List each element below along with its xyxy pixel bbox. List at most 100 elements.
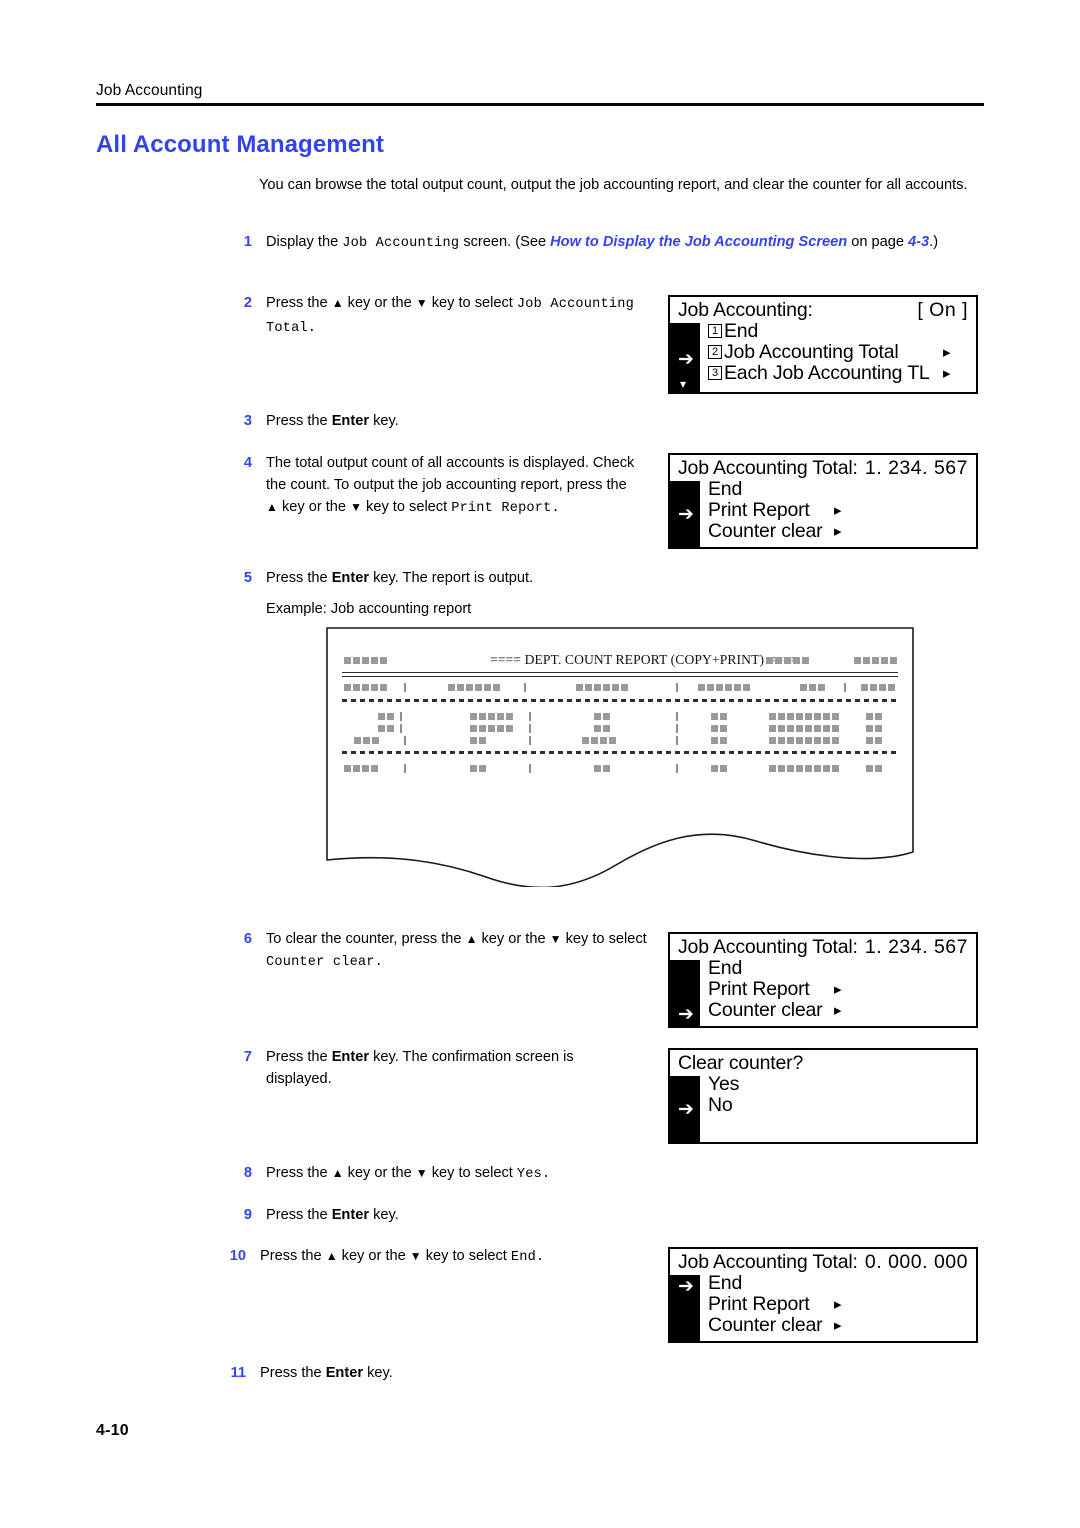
lcd-menu-item[interactable]: 2 Job Accounting Total ▸ xyxy=(708,342,970,363)
step-mono-period: . xyxy=(542,1167,551,1182)
lcd-item-submenu-icon: ▸ xyxy=(943,365,951,382)
lcd-screen-job-accounting-total-before[interactable]: Job Accounting Total: 1. 234. 567 ➔ End … xyxy=(668,453,978,549)
down-arrow-icon: ▼ xyxy=(549,932,562,946)
step-number: 11 xyxy=(230,1365,246,1381)
lcd-menu-item[interactable]: End xyxy=(708,958,970,979)
lcd-cursor-arrow-icon: ➔ xyxy=(678,1004,694,1025)
lcd-menu-rows: 1 End 2 Job Accounting Total ▸ 3 Each Job A… xyxy=(708,321,970,384)
lcd-menu-item[interactable]: Counter clear ▸ xyxy=(708,1315,970,1336)
lcd-screen-job-accounting-menu[interactable]: Job Accounting: [ On ] ➔ ▾ 1 End 2 Job Acc… xyxy=(668,295,978,394)
lcd-title-value: 0. 000. 000 xyxy=(864,1251,968,1273)
step-text-part: Press the xyxy=(260,1248,326,1264)
lcd-cursor-arrow-icon: ➔ xyxy=(678,349,694,370)
step-mono-period: . xyxy=(536,1250,545,1265)
scroll-down-indicator-icon[interactable]: ▾ xyxy=(676,377,690,391)
step-text-part: The total output count of all accounts i… xyxy=(266,455,635,494)
lcd-menu-item[interactable]: End xyxy=(708,479,970,500)
step-number: 1 xyxy=(243,234,252,250)
page-reference-link[interactable]: 4-3 xyxy=(908,234,929,250)
step-mono: Yes xyxy=(516,1167,542,1182)
step-text-part: Display the xyxy=(266,234,343,250)
up-arrow-icon: ▲ xyxy=(325,1249,338,1263)
step-text-part: key or the xyxy=(337,1248,410,1264)
lcd-title-text: Clear counter? xyxy=(678,1052,804,1074)
step-text: Press the Enter key. The report is outpu… xyxy=(266,567,818,589)
step-text-part: key. The report is output. xyxy=(369,570,534,586)
lcd-title: Job Accounting Total: 0. 000. 000 xyxy=(678,1251,968,1273)
lcd-menu-item[interactable]: Counter clear ▸ xyxy=(708,1000,970,1021)
lcd-selection-rail: ➔ xyxy=(670,481,700,547)
step-5-caption: Example: Job accounting report xyxy=(218,598,818,620)
lcd-menu-rows: End Print Report ▸ Counter clear ▸ xyxy=(708,958,970,1021)
step-text: Press the ▲ key or the ▼ key to select J… xyxy=(266,292,648,339)
step-number: 7 xyxy=(243,1049,252,1065)
lcd-screen-clear-counter-confirm[interactable]: Clear counter? ➔ Yes No xyxy=(668,1048,978,1144)
lcd-menu-item[interactable]: Print Report ▸ xyxy=(708,500,970,521)
lcd-menu-item[interactable]: End xyxy=(708,1273,970,1294)
step-3: 3 Press the Enter key. xyxy=(218,410,648,432)
report-illustration: ==== DEPT. COUNT REPORT (COPY+PRINT) ===… xyxy=(326,627,914,887)
lcd-menu-item[interactable]: 1 End xyxy=(708,321,970,342)
step-text-part: Press the xyxy=(266,413,332,429)
step-text-part: key. xyxy=(369,1207,399,1223)
step-text-part: key or the xyxy=(477,931,550,947)
lcd-title-text: Job Accounting Total: xyxy=(678,1251,858,1273)
lcd-title-text: Job Accounting: xyxy=(678,299,813,321)
step-text: To clear the counter, press the ▲ key or… xyxy=(266,928,648,974)
lcd-item-submenu-icon: ▸ xyxy=(834,1002,842,1019)
lcd-item-submenu-icon: ▸ xyxy=(834,1317,842,1334)
lcd-menu-item[interactable]: Print Report ▸ xyxy=(708,1294,970,1315)
lcd-item-label: End xyxy=(708,957,743,979)
step-text-part: screen. (See xyxy=(459,234,551,250)
step-mono: Counter clear xyxy=(266,955,375,971)
lcd-item-submenu-icon: ▸ xyxy=(943,344,951,361)
step-text: Press the ▲ key or the ▼ key to select Y… xyxy=(266,1162,678,1186)
lcd-screen-job-accounting-total-counter-clear[interactable]: Job Accounting Total: 1. 234. 567 ➔ End … xyxy=(668,932,978,1028)
lcd-menu-rows: End Print Report ▸ Counter clear ▸ xyxy=(708,479,970,542)
lcd-menu-item[interactable]: Yes xyxy=(708,1074,970,1095)
lcd-cursor-arrow-icon: ➔ xyxy=(678,1276,694,1297)
up-arrow-icon: ▲ xyxy=(266,500,278,515)
step-mono: Print Report xyxy=(451,501,552,517)
down-arrow-icon: ▼ xyxy=(415,1166,428,1180)
step-text-part: key or the xyxy=(343,1165,416,1181)
lcd-screen-job-accounting-total-after[interactable]: Job Accounting Total: 0. 000. 000 ➔ End … xyxy=(668,1247,978,1343)
step-text-part: key or the xyxy=(277,499,351,516)
lcd-menu-item[interactable]: No xyxy=(708,1095,970,1116)
lcd-menu-item[interactable]: Counter clear ▸ xyxy=(708,521,970,542)
lcd-item-label: End xyxy=(708,478,743,500)
page-number: 4-10 xyxy=(96,1422,129,1439)
step-text-part: Press the xyxy=(266,295,332,311)
lcd-item-submenu-icon: ▸ xyxy=(834,981,842,998)
lcd-item-label: Yes xyxy=(708,1073,740,1095)
lcd-item-submenu-icon: ▸ xyxy=(834,502,842,519)
step-text: Display the Job Accounting screen. (See … xyxy=(266,231,986,255)
lcd-item-key: 2 xyxy=(708,345,722,359)
lcd-menu-item[interactable]: 3 Each Job Accounting TL ▸ xyxy=(708,363,970,384)
step-7: 7 Press the Enter key. The confirmation … xyxy=(218,1046,638,1090)
up-arrow-icon: ▲ xyxy=(331,1166,344,1180)
step-4: 4 The total output count of all accounts… xyxy=(218,452,638,520)
cross-reference-link[interactable]: How to Display the Job Accounting Screen xyxy=(550,234,847,250)
lcd-cursor-arrow-icon: ➔ xyxy=(678,1099,694,1120)
lcd-item-submenu-icon: ▸ xyxy=(834,1296,842,1313)
header-rule xyxy=(96,103,984,107)
step-9: 9 Press the Enter key. xyxy=(218,1204,678,1226)
step-text-part: key to select xyxy=(421,1248,511,1264)
lcd-item-key: 1 xyxy=(708,324,722,338)
step-10: 10 Press the ▲ key or the ▼ key to selec… xyxy=(212,1245,682,1269)
step-text-part: Press the xyxy=(266,570,332,586)
step-text-part: key. xyxy=(369,413,399,429)
lcd-item-label: Counter clear xyxy=(708,1314,823,1336)
lcd-item-label: Print Report xyxy=(708,1293,810,1315)
step-mono: End xyxy=(510,1250,536,1265)
step-text-part: key to select xyxy=(561,931,647,947)
lcd-menu-item[interactable]: Print Report ▸ xyxy=(708,979,970,1000)
lcd-item-label: Each Job Accounting TL xyxy=(724,362,930,384)
lcd-title: Job Accounting Total: 1. 234. 567 xyxy=(678,458,968,479)
report-title: ==== DEPT. COUNT REPORT (COPY+PRINT) ===… xyxy=(490,652,799,667)
step-text-part: key. xyxy=(363,1365,393,1381)
step-bold: Enter xyxy=(331,1049,370,1065)
step-bold: Enter xyxy=(331,570,370,586)
lcd-title-value: [ On ] xyxy=(917,299,968,321)
